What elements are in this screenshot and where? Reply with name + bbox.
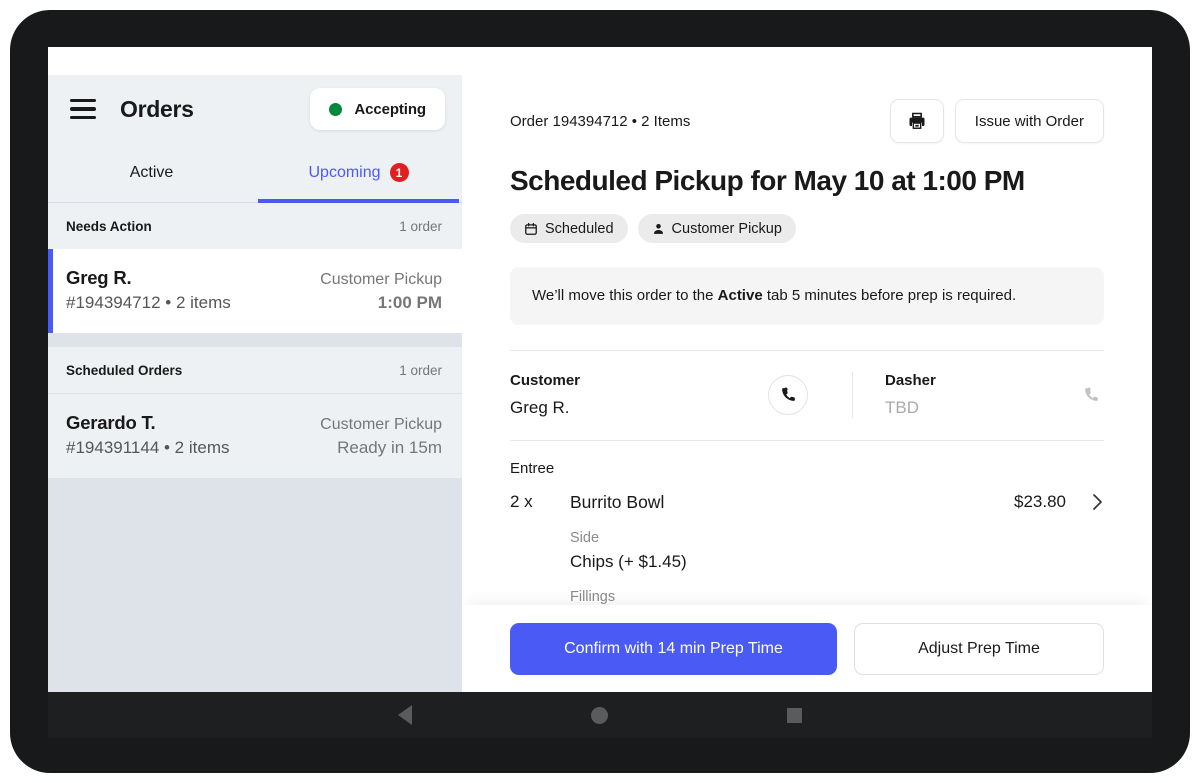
app-screen: Orders Accepting Active Upcoming 1 Needs… xyxy=(48,75,1152,692)
tab-upcoming[interactable]: Upcoming 1 xyxy=(255,143,462,203)
calendar-icon xyxy=(525,222,537,235)
detail-header: Order 194394712 • 2 Items Issue with Ord… xyxy=(510,75,1104,143)
status-badge-scheduled: Scheduled xyxy=(510,214,628,243)
android-recents-icon[interactable] xyxy=(787,707,803,723)
item-option-label: Side xyxy=(570,529,600,546)
order-meta-text: Order 194394712 • 2 Items xyxy=(510,112,691,130)
android-home-icon[interactable] xyxy=(590,706,608,724)
person-icon xyxy=(653,223,663,234)
divider xyxy=(510,439,1104,441)
item-section-label: Entree xyxy=(510,459,555,477)
list-item[interactable]: Gerardo T. Customer Pickup #194391144 • … xyxy=(48,393,462,478)
group-count: 1 order xyxy=(399,218,442,234)
item-option-label: Fillings xyxy=(570,588,616,605)
status-badge-customer-pickup-label: Customer Pickup xyxy=(671,220,782,237)
info-banner-bold: Active xyxy=(717,287,763,304)
item-name: Burrito Bowl xyxy=(570,491,665,512)
print-button[interactable] xyxy=(889,99,944,143)
customer-name: Greg R. xyxy=(510,397,570,417)
item-price: $23.80 xyxy=(1014,492,1066,511)
android-back-icon[interactable] xyxy=(397,705,412,725)
order-id-items: #194394712 • 2 items xyxy=(66,293,231,312)
info-banner: We’ll move this order to the Active tab … xyxy=(510,267,1104,325)
order-list: Needs Action 1 order Greg R. Customer Pi… xyxy=(48,203,462,692)
order-id-items: #194391144 • 2 items xyxy=(66,438,230,457)
customer-role-label: Customer xyxy=(510,371,581,389)
adjust-prep-time-button[interactable]: Adjust Prep Time xyxy=(854,622,1104,675)
group-title: Scheduled Orders xyxy=(66,362,183,378)
status-bar xyxy=(48,47,1152,75)
order-customer-name: Gerardo T. xyxy=(66,412,156,433)
list-item[interactable]: Greg R. Customer Pickup #194394712 • 2 i… xyxy=(48,249,462,333)
item-option-fillings: Fillings xyxy=(570,589,1104,605)
orders-sidebar: Orders Accepting Active Upcoming 1 Needs… xyxy=(48,75,462,692)
status-badge-customer-pickup: Customer Pickup xyxy=(637,214,796,243)
order-detail-scroll[interactable]: Order 194394712 • 2 Items Issue with Ord… xyxy=(462,75,1152,692)
info-banner-before: We’ll move this order to the xyxy=(532,287,718,304)
accepting-status-toggle[interactable]: Accepting xyxy=(310,88,445,130)
dasher-role-label: Dasher xyxy=(885,371,936,389)
group-header-scheduled-orders: Scheduled Orders 1 order xyxy=(48,347,462,393)
contacts-section: Customer Greg R. Dasher TBD xyxy=(510,351,1104,440)
issue-with-order-button[interactable]: Issue with Order xyxy=(954,99,1104,143)
dasher-name: TBD xyxy=(885,397,919,417)
printer-icon xyxy=(909,112,925,129)
group-header-needs-action: Needs Action 1 order xyxy=(48,203,462,249)
group-title: Needs Action xyxy=(66,218,152,234)
order-detail-panel: Order 194394712 • 2 Items Issue with Ord… xyxy=(462,75,1152,692)
page-title: Orders xyxy=(120,95,194,122)
detail-action-bar: Confirm with 14 min Prep Time Adjust Pre… xyxy=(462,605,1152,692)
order-item-row[interactable]: 2 x Burrito Bowl $23.80 Side Chips (+ $1… xyxy=(510,492,1104,605)
item-quantity: 2 x xyxy=(510,491,533,511)
order-fulfillment-type: Customer Pickup xyxy=(320,416,442,433)
android-navigation-bar xyxy=(48,692,1152,738)
hamburger-menu-icon[interactable] xyxy=(70,99,96,119)
issue-with-order-label: Issue with Order xyxy=(974,112,1084,130)
dasher-block: Dasher TBD xyxy=(853,372,1104,418)
tab-upcoming-label: Upcoming xyxy=(308,163,381,181)
order-fulfillment-type: Customer Pickup xyxy=(320,271,442,288)
detail-header-actions: Issue with Order xyxy=(889,99,1104,143)
customer-block: Customer Greg R. xyxy=(510,371,853,418)
info-banner-after: tab 5 minutes before prep is required. xyxy=(762,287,1017,304)
order-time: 1:00 PM xyxy=(377,293,442,312)
confirm-prep-time-button[interactable]: Confirm with 14 min Prep Time xyxy=(510,622,837,675)
group-count: 1 order xyxy=(399,362,442,378)
order-time: Ready in 15m xyxy=(337,438,442,457)
chevron-right-icon[interactable] xyxy=(1092,493,1104,511)
list-divider xyxy=(48,333,462,347)
call-customer-button[interactable] xyxy=(768,374,808,415)
accepting-status-label: Accepting xyxy=(354,100,426,118)
order-customer-name: Greg R. xyxy=(66,267,132,288)
tab-active[interactable]: Active xyxy=(48,143,255,202)
tab-active-label: Active xyxy=(129,163,174,181)
status-badge-scheduled-label: Scheduled xyxy=(545,220,614,237)
status-dot-icon xyxy=(329,102,343,116)
order-chips: Scheduled Customer Pickup xyxy=(510,214,1104,243)
item-option-value: Chips (+ $1.45) xyxy=(570,551,687,571)
phone-icon-disabled xyxy=(1085,387,1098,401)
tablet-device-frame: Orders Accepting Active Upcoming 1 Needs… xyxy=(10,10,1190,773)
call-dasher-button-disabled xyxy=(1083,386,1100,403)
sidebar-header: Orders Accepting xyxy=(48,75,462,143)
tab-upcoming-badge: 1 xyxy=(389,163,409,182)
order-tabs: Active Upcoming 1 xyxy=(48,143,462,203)
tablet-screen: Orders Accepting Active Upcoming 1 Needs… xyxy=(48,47,1152,692)
order-title: Scheduled Pickup for May 10 at 1:00 PM xyxy=(510,165,1025,196)
item-option-side: Side Chips (+ $1.45) xyxy=(570,530,1104,572)
phone-icon xyxy=(781,387,795,401)
